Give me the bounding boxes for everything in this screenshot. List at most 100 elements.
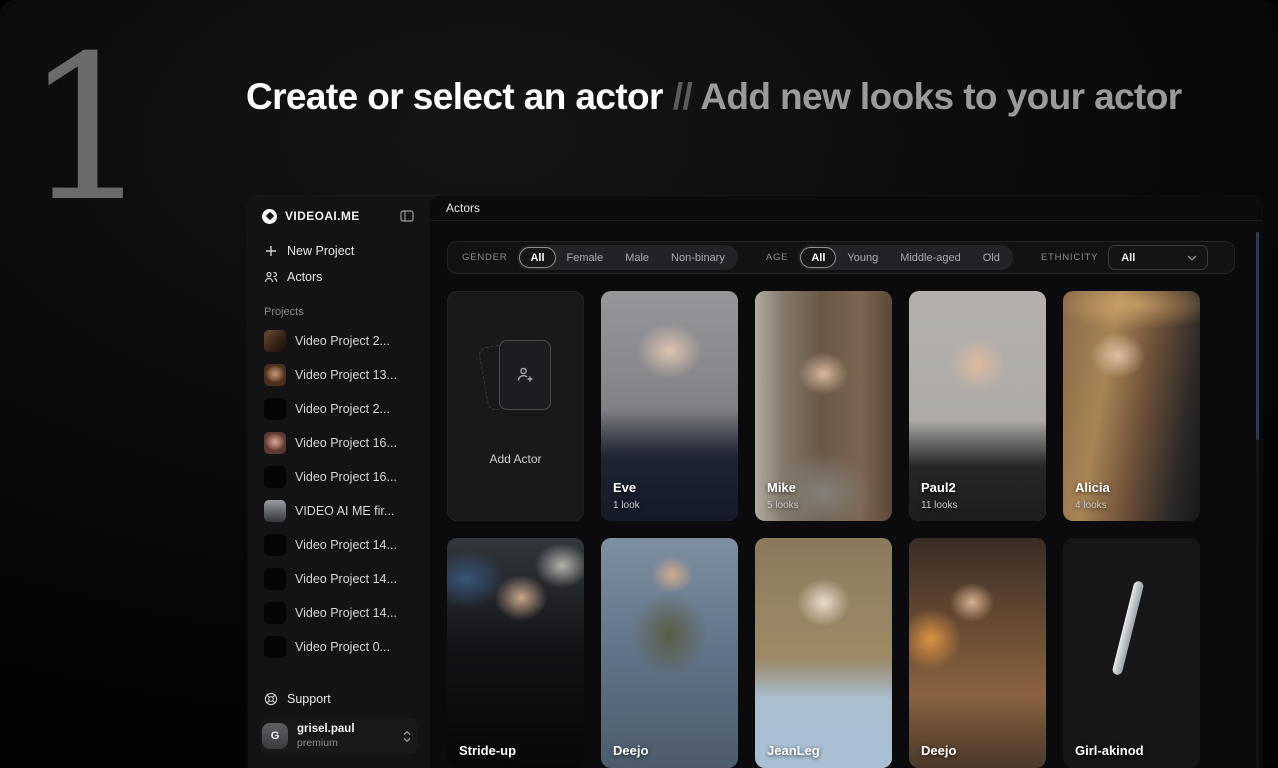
user-menu[interactable]: G grisel.paul premium bbox=[260, 718, 418, 754]
actor-name: Stride-up bbox=[459, 743, 516, 758]
actor-name: Alicia bbox=[1075, 480, 1110, 495]
actor-looks: 1 look bbox=[613, 500, 640, 511]
user-meta: grisel.paul premium bbox=[297, 723, 393, 749]
age-filter-label: AGE bbox=[766, 252, 788, 263]
actor-photo bbox=[755, 538, 892, 768]
project-item[interactable]: Video Project 2... bbox=[260, 392, 418, 426]
actor-card-deejo-2[interactable]: Deejo bbox=[909, 538, 1046, 768]
project-thumbnail bbox=[264, 364, 286, 386]
project-item[interactable]: Video Project 16... bbox=[260, 426, 418, 460]
nav-label: New Project bbox=[287, 244, 354, 258]
gender-option-male[interactable]: Male bbox=[614, 247, 660, 268]
chevron-down-icon bbox=[1187, 255, 1197, 261]
nav-label: Actors bbox=[287, 270, 322, 284]
actor-photo bbox=[909, 538, 1046, 768]
actor-card-mike[interactable]: Mike 5 looks bbox=[755, 291, 892, 521]
project-item[interactable]: Video Project 14... bbox=[260, 596, 418, 630]
main-title: Actors bbox=[446, 201, 480, 215]
avatar: G bbox=[262, 723, 288, 749]
project-thumbnail bbox=[264, 466, 286, 488]
main-content: GENDER All Female Male Non-binary AGE Al… bbox=[430, 221, 1262, 768]
chevron-up-down-icon bbox=[402, 730, 412, 743]
brand-name: VIDEOAI.ME bbox=[285, 209, 398, 223]
plus-icon bbox=[264, 244, 278, 258]
project-item[interactable]: Video Project 14... bbox=[260, 528, 418, 562]
person-plus-icon bbox=[514, 364, 536, 386]
actor-card-girl-akinod[interactable]: Girl-akinod bbox=[1063, 538, 1200, 768]
age-option-all[interactable]: All bbox=[800, 247, 836, 268]
screen: 1 Create or select an actor//Add new loo… bbox=[0, 0, 1278, 768]
gender-filter-label: GENDER bbox=[462, 252, 507, 263]
actor-name: Deejo bbox=[921, 743, 956, 758]
gender-option-non-binary[interactable]: Non-binary bbox=[660, 247, 736, 268]
actor-card-jeanleg[interactable]: JeanLeg bbox=[755, 538, 892, 768]
user-plan: premium bbox=[297, 737, 393, 750]
projects-section-label: Projects bbox=[264, 306, 414, 318]
actor-photo bbox=[1063, 538, 1200, 768]
app-window: VIDEOAI.ME New Project Actors Projects V… bbox=[248, 196, 1262, 768]
actor-photo bbox=[601, 538, 738, 768]
project-thumbnail bbox=[264, 432, 286, 454]
brand-row: VIDEOAI.ME bbox=[260, 204, 418, 228]
project-thumbnail bbox=[264, 500, 286, 522]
add-actor-card[interactable]: Add Actor bbox=[447, 291, 584, 521]
title-primary: Create or select an actor bbox=[246, 76, 663, 117]
scrollbar-thumb[interactable] bbox=[1256, 232, 1259, 440]
scrollbar[interactable] bbox=[1256, 232, 1259, 768]
age-option-old[interactable]: Old bbox=[972, 247, 1011, 268]
actor-photo bbox=[447, 538, 584, 768]
actor-card-alicia[interactable]: Alicia 4 looks bbox=[1063, 291, 1200, 521]
sidebar-toggle-icon[interactable] bbox=[398, 207, 416, 225]
page-title: Create or select an actor//Add new looks… bbox=[246, 76, 1182, 118]
actor-looks: 4 looks bbox=[1075, 500, 1110, 511]
sidebar-nav: New Project Actors bbox=[260, 238, 418, 290]
sidebar-bottom: Support G grisel.paul premium bbox=[260, 686, 418, 754]
people-icon bbox=[264, 270, 278, 284]
actor-name: Deejo bbox=[613, 743, 648, 758]
gender-filter: All Female Male Non-binary bbox=[517, 245, 737, 270]
actor-card-eve[interactable]: Eve 1 look bbox=[601, 291, 738, 521]
age-option-middle-aged[interactable]: Middle-aged bbox=[889, 247, 972, 268]
title-separator: // bbox=[673, 76, 692, 117]
sidebar-item-support[interactable]: Support bbox=[260, 686, 418, 712]
title-secondary: Add new looks to your actor bbox=[700, 76, 1181, 117]
filter-bar: GENDER All Female Male Non-binary AGE Al… bbox=[447, 241, 1235, 274]
ethnicity-filter-label: ETHNICITY bbox=[1041, 252, 1098, 263]
gender-option-female[interactable]: Female bbox=[556, 247, 615, 268]
actors-grid: Add Actor Eve 1 look Mike 5 looks Paul2 11 … bbox=[447, 291, 1235, 768]
sidebar: VIDEOAI.ME New Project Actors Projects V… bbox=[248, 196, 430, 768]
actor-name: Eve bbox=[613, 480, 640, 495]
ethnicity-value: All bbox=[1121, 252, 1135, 264]
add-actor-label: Add Actor bbox=[489, 452, 541, 466]
project-item[interactable]: Video Project 0... bbox=[260, 630, 418, 664]
actor-card-stride-up[interactable]: Stride-up bbox=[447, 538, 584, 768]
age-option-young[interactable]: Young bbox=[836, 247, 889, 268]
sidebar-item-new-project[interactable]: New Project bbox=[260, 238, 418, 264]
user-name: grisel.paul bbox=[297, 723, 393, 737]
actor-name: Paul2 bbox=[921, 480, 958, 495]
nav-label: Support bbox=[287, 692, 331, 706]
actor-looks: 5 looks bbox=[767, 500, 799, 511]
sidebar-item-actors[interactable]: Actors bbox=[260, 264, 418, 290]
actor-name: Girl-akinod bbox=[1075, 743, 1144, 758]
actor-name: JeanLeg bbox=[767, 743, 820, 758]
gender-option-all[interactable]: All bbox=[519, 247, 555, 268]
project-thumbnail bbox=[264, 398, 286, 420]
actor-looks: 11 looks bbox=[921, 500, 958, 511]
support-icon bbox=[264, 692, 278, 706]
project-item[interactable]: VIDEO AI ME fir... bbox=[260, 494, 418, 528]
ethnicity-select[interactable]: All bbox=[1108, 245, 1208, 270]
actor-card-paul2[interactable]: Paul2 11 looks bbox=[909, 291, 1046, 521]
project-item[interactable]: Video Project 13... bbox=[260, 358, 418, 392]
main-panel: Actors GENDER All Female Male Non-binary… bbox=[430, 196, 1262, 768]
project-thumbnail bbox=[264, 568, 286, 590]
actor-name: Mike bbox=[767, 480, 799, 495]
project-item[interactable]: Video Project 2... bbox=[260, 324, 418, 358]
actor-card-deejo[interactable]: Deejo bbox=[601, 538, 738, 768]
project-item[interactable]: Video Project 14... bbox=[260, 562, 418, 596]
project-thumbnail bbox=[264, 330, 286, 352]
main-topbar: Actors bbox=[430, 196, 1262, 221]
project-list: Video Project 2... Video Project 13... V… bbox=[260, 324, 418, 664]
step-number: 1 bbox=[24, 30, 151, 230]
project-item[interactable]: Video Project 16... bbox=[260, 460, 418, 494]
